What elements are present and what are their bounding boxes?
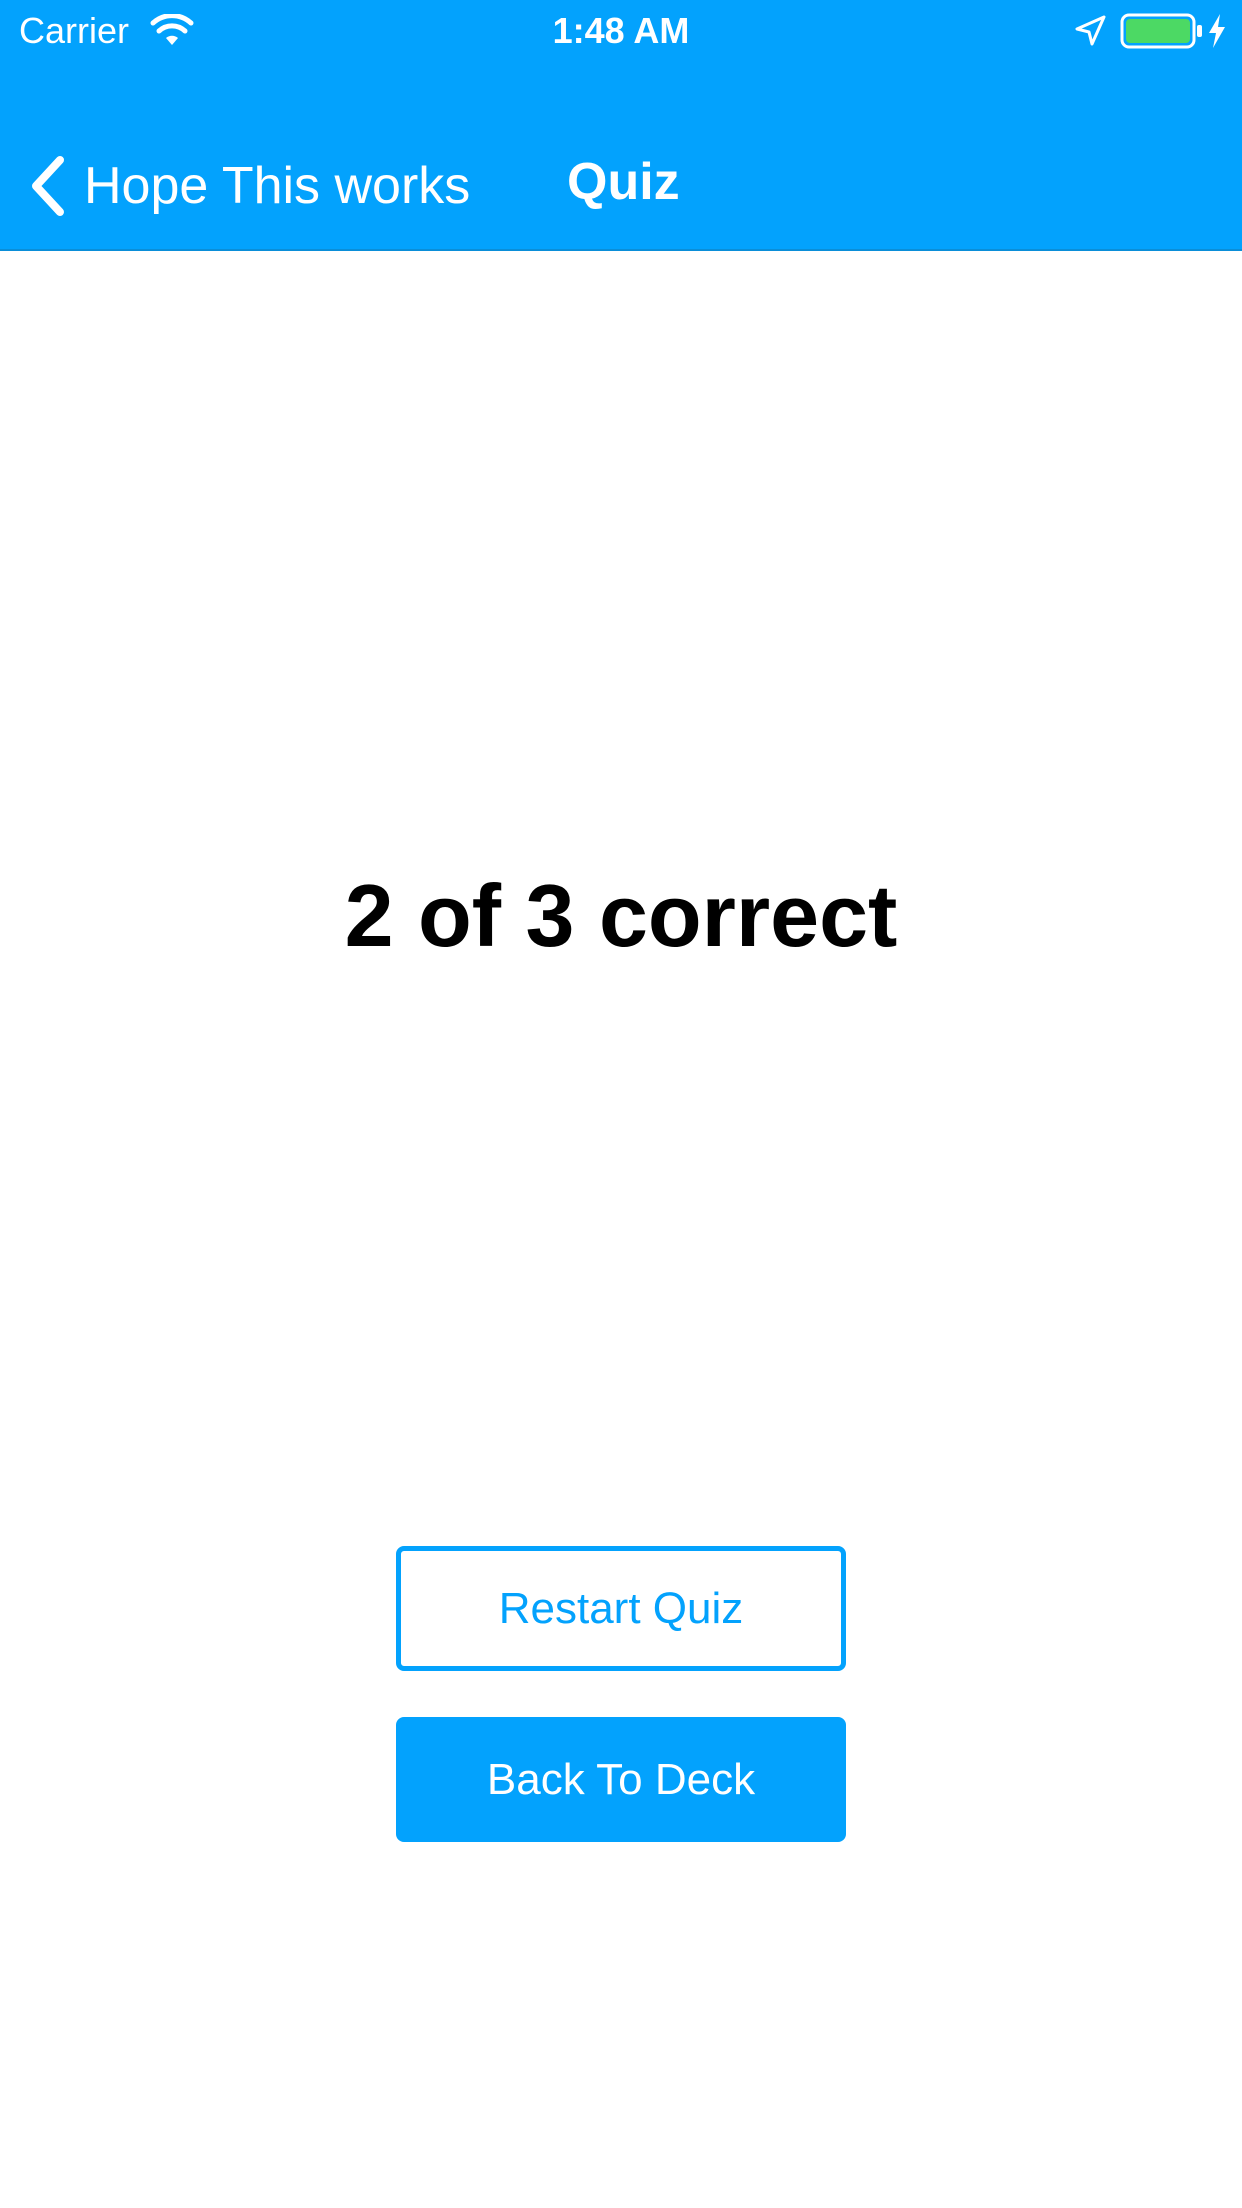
battery-icon: [1120, 13, 1202, 49]
location-arrow-icon: [1075, 15, 1106, 46]
navigation-bar: Hope This works Quiz: [0, 128, 1242, 244]
back-to-deck-label: Back To Deck: [486, 1754, 756, 1804]
status-bar: Carrier 1:48 AM: [0, 0, 1242, 62]
page-title: Quiz: [567, 153, 680, 211]
quiz-result-screen: Carrier 1:48 AM Hope This works Quiz 2 o…: [0, 0, 1242, 2208]
score-text: 2 of 3 correct: [344, 866, 898, 965]
restart-quiz-label: Restart Quiz: [498, 1583, 744, 1633]
back-to-deck-button[interactable]: Back To Deck: [396, 1717, 846, 1842]
chevron-left-icon: [32, 156, 64, 216]
restart-quiz-button[interactable]: Restart Quiz: [396, 1546, 846, 1671]
back-button[interactable]: Hope This works: [26, 146, 470, 226]
back-button-label: Hope This works: [84, 157, 471, 215]
app-header: Carrier 1:48 AM Hope This works Quiz: [0, 0, 1242, 251]
status-time: 1:48 AM: [552, 10, 690, 51]
charging-bolt-icon: [1209, 14, 1225, 48]
